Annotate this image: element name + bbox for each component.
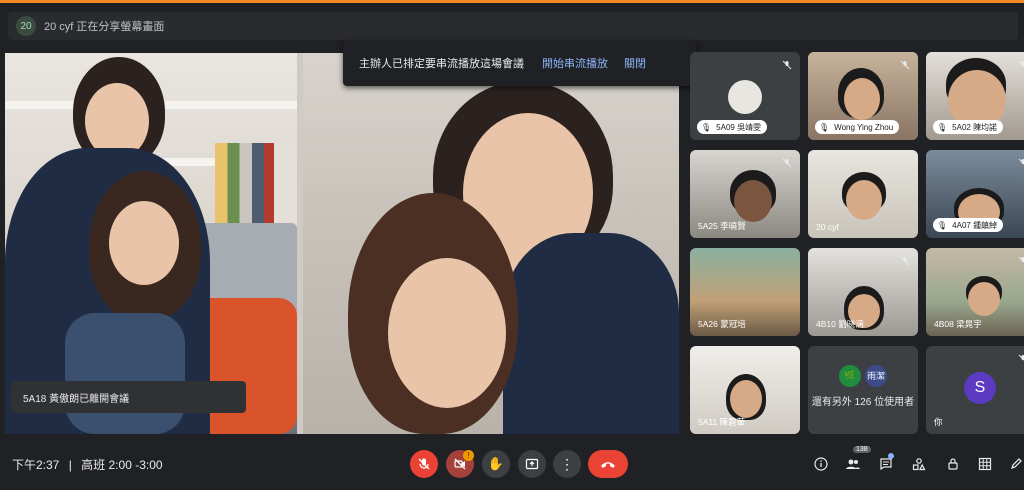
mic-off-icon: 🎙 xyxy=(701,122,712,132)
participant-tile[interactable]: 🎙 4A07 鍾㒹綽 xyxy=(926,150,1024,238)
mic-off-icon: 🎙 xyxy=(819,122,830,132)
leave-call-button[interactable] xyxy=(588,450,628,478)
raise-hand-button[interactable]: ✋ xyxy=(482,450,510,478)
mic-off-icon xyxy=(780,156,794,170)
camera-warning-icon: ! xyxy=(463,450,474,461)
mic-toggle-button[interactable] xyxy=(410,450,438,478)
presentation-text: 20 cyf 正在分享螢幕畫面 xyxy=(44,21,165,33)
participant-name: 4B08 梁晁宇 xyxy=(934,319,982,329)
meeting-time: 下午2:37 | 高班 2:00 -3:00 xyxy=(12,458,163,472)
control-bar: 下午2:37 | 高班 2:00 -3:00 ✋ ⋮ 138 xyxy=(0,438,1024,490)
raise-hand-icon: ✋ xyxy=(487,456,505,471)
mic-off-icon xyxy=(418,458,430,470)
mic-off-icon: 🎙 xyxy=(937,220,948,230)
mic-off-icon xyxy=(780,58,794,72)
present-button[interactable] xyxy=(518,450,546,478)
mic-off-icon xyxy=(898,254,912,268)
left-meeting-toast: 5A18 黃傲朗已離開會議 xyxy=(11,381,246,413)
participant-tile[interactable]: 🎙 5A09 吳靖雯 xyxy=(690,52,800,140)
more-options-icon: ⋮ xyxy=(560,455,574,472)
sketch-avatar xyxy=(728,80,762,114)
participant-name: 20 cyf xyxy=(816,222,839,232)
participant-tile[interactable]: 4B08 梁晁宇 xyxy=(926,248,1024,336)
start-streaming-button[interactable]: 開始串流播放 xyxy=(542,55,608,71)
photo-right xyxy=(303,53,679,434)
avatar: S xyxy=(964,372,996,404)
participant-tile[interactable]: 5A26 蒙冠培 xyxy=(690,248,800,336)
mini-avatar: 🌿 xyxy=(839,364,861,387)
top-accent-line xyxy=(0,0,1024,3)
participant-name: 🎙 5A02 陳均諾 xyxy=(933,120,1004,134)
layout-button[interactable] xyxy=(975,454,995,474)
photo-left xyxy=(5,53,297,434)
mic-off-icon xyxy=(898,58,912,72)
info-icon xyxy=(814,457,828,471)
participant-name: 4B10 劉晓涵 xyxy=(816,319,864,329)
participant-tile[interactable]: 5A25 李曉賢 xyxy=(690,150,800,238)
present-icon xyxy=(525,458,539,470)
participant-name: 🎙 4A07 鍾㒹綽 xyxy=(933,218,1004,232)
self-tile[interactable]: S 你 xyxy=(926,346,1024,434)
participant-name: 🎙 5A09 吳靖雯 xyxy=(697,120,768,134)
whiteboard-icon xyxy=(1011,458,1022,469)
participant-name: 5A11 陳碧華 xyxy=(698,417,746,427)
toast-text: 5A18 黃傲朗已離開會議 xyxy=(23,393,130,405)
mini-avatar: 雨潔 xyxy=(865,364,887,387)
host-controls-icon xyxy=(948,458,958,470)
mic-off-icon xyxy=(1016,156,1024,170)
more-participants-tile[interactable]: 🌿 雨潔 還有另外 126 位使用者 xyxy=(808,346,918,434)
whiteboard-button[interactable] xyxy=(1006,454,1024,474)
more-participants-text: 還有另外 126 位使用者 xyxy=(811,396,915,408)
presenter-avatar: 20 xyxy=(16,16,36,36)
mic-off-icon xyxy=(780,352,794,366)
participant-name: 5A25 李曉賢 xyxy=(698,221,746,231)
mic-off-icon xyxy=(1016,352,1024,366)
streaming-notification: 主辦人已排定要串流播放這場會議 開始串流播放 關閉 xyxy=(343,40,696,86)
mic-off-icon xyxy=(1016,58,1024,72)
participant-count-badge: 138 xyxy=(853,446,871,453)
shared-screen xyxy=(5,53,679,434)
more-options-button[interactable]: ⋮ xyxy=(553,450,581,478)
participant-tile[interactable]: 20 cyf xyxy=(808,150,918,238)
presentation-banner: 20 20 cyf 正在分享螢幕畫面 xyxy=(8,12,1018,40)
people-button[interactable] xyxy=(843,454,863,474)
chat-unread-dot xyxy=(888,453,894,459)
activities-icon xyxy=(912,458,926,471)
activities-button[interactable] xyxy=(909,454,929,474)
notification-message: 主辦人已排定要串流播放這場會議 xyxy=(359,58,524,70)
participant-name: 🎙 Wong Ying Zhou xyxy=(815,120,900,134)
close-notification-button[interactable]: 關閉 xyxy=(624,55,646,71)
participant-tile[interactable]: 5A11 陳碧華 xyxy=(690,346,800,434)
hang-up-icon xyxy=(601,462,615,468)
participant-tile[interactable]: 🎙 5A02 陳均諾 xyxy=(926,52,1024,140)
mic-off-icon: 🎙 xyxy=(937,122,948,132)
mic-off-icon xyxy=(1016,254,1024,268)
host-controls-button[interactable] xyxy=(943,454,963,474)
chat-icon xyxy=(880,458,892,471)
layout-icon xyxy=(978,457,992,471)
participant-name: 你 xyxy=(934,417,943,427)
participant-tile[interactable]: 4B10 劉晓涵 xyxy=(808,248,918,336)
people-icon xyxy=(846,459,860,469)
participant-tile[interactable]: 🎙 Wong Ying Zhou xyxy=(808,52,918,140)
meeting-details-button[interactable] xyxy=(811,454,831,474)
participant-name: 5A26 蒙冠培 xyxy=(698,319,746,329)
